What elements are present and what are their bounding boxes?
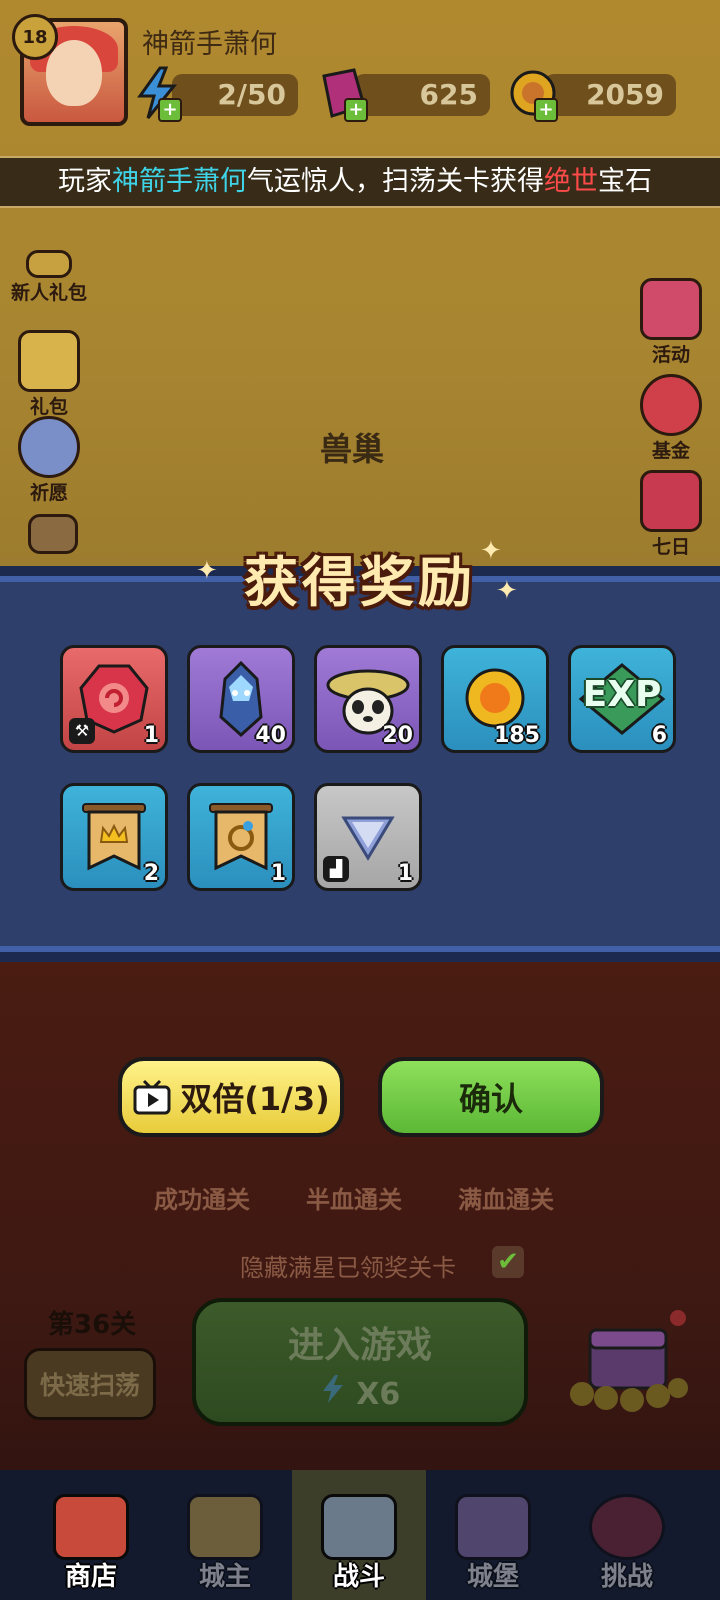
side-button-fund[interactable]: 基金 <box>626 374 716 463</box>
nav-castle[interactable]: 城堡 <box>426 1470 560 1600</box>
nav-battle[interactable]: 战斗 <box>292 1470 426 1600</box>
double-reward-button[interactable]: 双倍(1/3) <box>118 1057 344 1137</box>
sparkle-icon: ✦ <box>196 556 218 586</box>
castle-icon <box>455 1494 531 1560</box>
player-level-badge: 18 <box>12 14 58 60</box>
side-button-label: 基金 <box>651 440 690 462</box>
gift-box-icon <box>18 330 80 392</box>
nav-challenge[interactable]: 挑战 <box>560 1470 694 1600</box>
broadcast-marquee: 玩家神箭手萧何气运惊人，扫荡关卡获得绝世宝石 <box>0 156 720 208</box>
confirm-label: 确认 <box>458 1080 523 1118</box>
stamina-counter: 2/50 <box>172 74 298 116</box>
reward-count: 20 <box>382 723 413 748</box>
nav-label: 挑战 <box>600 1562 653 1592</box>
quick-sweep-label: 快速扫荡 <box>39 1371 140 1400</box>
quick-sweep-button[interactable]: 快速扫荡 <box>24 1348 156 1420</box>
exp-label: EXP <box>582 674 662 715</box>
nav-lord[interactable]: 城主 <box>158 1470 292 1600</box>
bottom-nav: 商店 城主 战斗 城堡 挑战 <box>0 1470 720 1600</box>
side-button-activity[interactable]: 活动 <box>626 278 716 367</box>
side-button-label: 祈愿 <box>29 482 68 504</box>
enter-game-cost-value: X6 <box>356 1377 401 1412</box>
gift-pack-icon <box>26 250 72 278</box>
star-orb-icon <box>18 416 80 478</box>
side-button-label: 活动 <box>651 344 690 366</box>
sparkle-icon: ✦ <box>480 536 502 566</box>
side-button-gift-pack[interactable]: 礼包 <box>4 330 94 419</box>
shop-icon <box>53 1494 129 1560</box>
reward-item-crown-banner[interactable]: 2 <box>60 783 168 891</box>
reward-count: 185 <box>494 723 540 748</box>
side-button-label: 新人礼包 <box>10 282 87 304</box>
reward-item-ring-banner[interactable]: 1 <box>187 783 295 891</box>
enter-game-button[interactable]: 进入游戏 X6 <box>192 1298 528 1426</box>
lightning-icon <box>322 1375 343 1403</box>
reward-count: 40 <box>255 723 286 748</box>
reward-item-panda-hero[interactable]: 20 <box>314 645 422 753</box>
reward-count: 1 <box>270 861 286 886</box>
hide-completed-toggle-label: 隐藏满星已领奖关卡 <box>240 1254 456 1282</box>
avatar-face <box>46 40 102 106</box>
reward-count: 1 <box>397 861 413 886</box>
sparkle-icon: ✦ <box>496 576 518 606</box>
enter-game-cost: X6 <box>196 1374 524 1412</box>
double-reward-label: 双倍(1/3) <box>180 1080 330 1118</box>
side-button-label: 礼包 <box>29 396 68 418</box>
player-name: 神箭手萧何 <box>142 29 277 60</box>
stage-name: 兽巢 <box>320 430 385 468</box>
reward-modal-title: 获得奖励 <box>244 551 476 614</box>
treasure-chest-icon[interactable] <box>562 1310 692 1416</box>
nav-label: 战斗 <box>332 1562 385 1592</box>
marquee-middle: 气运惊人，扫荡关卡获得 <box>247 166 544 197</box>
nav-label: 商店 <box>64 1562 117 1592</box>
enter-game-label: 进入游戏 <box>287 1325 432 1366</box>
reward-count: 2 <box>143 861 159 886</box>
reward-count: 6 <box>651 723 667 748</box>
crown-icon <box>187 1494 263 1560</box>
reward-item-gray-gem[interactable]: ▟ 1 <box>314 783 422 891</box>
reward-count: 1 <box>143 723 159 748</box>
nav-label: 城主 <box>198 1562 251 1592</box>
gem-counter: 625 <box>354 74 490 116</box>
reward-item-exp[interactable]: EXP 6 <box>568 645 676 753</box>
demon-icon <box>589 1494 665 1560</box>
boot-tag-icon: ▟ <box>323 856 349 882</box>
activity-stars-icon <box>640 278 702 340</box>
side-button-wish[interactable]: 祈愿 <box>4 416 94 505</box>
crossed-swords-icon <box>321 1494 397 1560</box>
add-gems-button[interactable]: + <box>344 98 368 122</box>
fund-pig-icon <box>640 374 702 436</box>
hide-completed-checkbox[interactable]: ✔ <box>492 1246 524 1278</box>
video-ad-icon <box>133 1079 171 1115</box>
marquee-rarity: 绝世 <box>544 166 598 197</box>
reward-item-gold-coin[interactable]: 185 <box>441 645 549 753</box>
seven-day-gift-icon <box>640 470 702 532</box>
add-stamina-button[interactable]: + <box>158 98 182 122</box>
chest-label: 半血通关 <box>306 1186 402 1214</box>
pickaxe-tag-icon: ⚒ <box>69 718 95 744</box>
chest-label: 满血通关 <box>458 1186 554 1214</box>
reward-item-dark-knight[interactable]: 40 <box>187 645 295 753</box>
reward-modal <box>0 566 720 962</box>
current-level-label: 第36关 <box>48 1310 137 1340</box>
confirm-button[interactable]: 确认 <box>378 1057 604 1137</box>
marquee-suffix: 宝石 <box>598 166 652 197</box>
marquee-player-name: 神箭手萧何 <box>112 166 247 197</box>
reward-item-ruby[interactable]: ⚒ 1 <box>60 645 168 753</box>
nav-shop[interactable]: 商店 <box>24 1470 158 1600</box>
chest-label: 成功通关 <box>154 1186 250 1214</box>
side-button-newbie-pack[interactable]: 新人礼包 <box>4 250 94 305</box>
marquee-prefix: 玩家 <box>58 166 112 197</box>
nav-label: 城堡 <box>466 1562 519 1592</box>
add-coins-button[interactable]: + <box>534 98 558 122</box>
coin-counter: 2059 <box>544 74 676 116</box>
